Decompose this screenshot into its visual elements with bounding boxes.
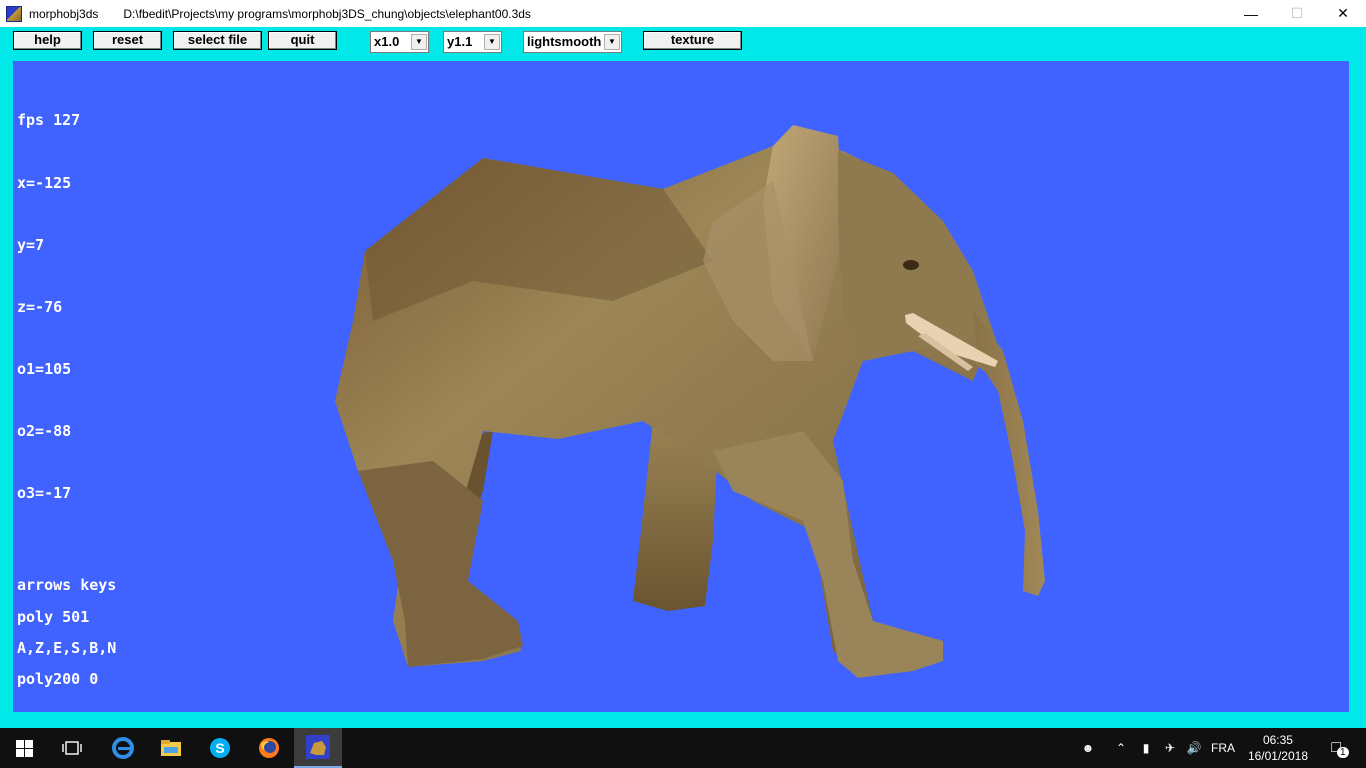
window-controls: — ☐ ✕ bbox=[1228, 0, 1366, 27]
notification-count: 1 bbox=[1337, 746, 1349, 758]
task-view-button[interactable] bbox=[48, 728, 96, 768]
language-indicator[interactable]: FRA bbox=[1206, 741, 1240, 755]
3d-viewport[interactable]: fps 127 x=-125 y=7 z=-76 o1=105 o2=-88 o… bbox=[13, 61, 1349, 712]
title-bar: morphobj3ds D:\fbedit\Projects\my progra… bbox=[0, 0, 1366, 27]
close-button[interactable]: ✕ bbox=[1320, 0, 1366, 27]
file-explorer-icon bbox=[161, 740, 181, 756]
elephant-eye bbox=[903, 260, 919, 270]
x-scale-value: x1.0 bbox=[374, 34, 400, 49]
lighting-value: lightsmooth bbox=[527, 34, 602, 49]
help-button[interactable]: help bbox=[13, 31, 82, 50]
x-scale-select[interactable]: x1.0 ▼ bbox=[370, 31, 429, 53]
battery-icon[interactable]: ▮ bbox=[1134, 741, 1158, 755]
y-scale-value: y1.1 bbox=[447, 34, 473, 49]
o3-readout: o3=-17 bbox=[17, 483, 72, 502]
minimize-button[interactable]: — bbox=[1228, 0, 1274, 27]
texture-button[interactable]: texture bbox=[643, 31, 742, 50]
windows-start-icon bbox=[15, 739, 33, 757]
keys-list: A,Z,E,S,B,N bbox=[17, 638, 117, 657]
edge-taskbar-button[interactable] bbox=[99, 728, 147, 768]
clock-time: 06:35 bbox=[1262, 733, 1293, 747]
clock-date: 16/01/2018 bbox=[1247, 749, 1308, 763]
start-button[interactable] bbox=[0, 728, 48, 768]
lighting-select[interactable]: lightsmooth ▼ bbox=[523, 31, 622, 53]
toolbar: help reset select file quit x1.0 ▼ y1.1 … bbox=[0, 27, 1366, 61]
airplane-mode-icon[interactable]: ✈ bbox=[1158, 741, 1182, 755]
keys-help: arrows keys A,Z,E,S,B,N bbox=[17, 534, 116, 700]
back-near-leg bbox=[358, 461, 523, 667]
close-icon: ✕ bbox=[1337, 5, 1349, 21]
action-center-button[interactable]: □ 1 bbox=[1320, 728, 1360, 768]
z-readout: z=-76 bbox=[17, 297, 63, 316]
maximize-icon: ☐ bbox=[1290, 5, 1304, 21]
y-scale-select[interactable]: y1.1 ▼ bbox=[443, 31, 502, 53]
task-view-icon bbox=[62, 741, 82, 755]
elephant-model bbox=[335, 125, 1045, 678]
o1-readout: o1=105 bbox=[17, 359, 72, 378]
select-file-button[interactable]: select file bbox=[173, 31, 262, 50]
file-explorer-taskbar-button[interactable] bbox=[147, 728, 195, 768]
chevron-up-icon[interactable]: ⌃ bbox=[1108, 741, 1134, 755]
minimize-icon: — bbox=[1244, 5, 1258, 22]
svg-text:S: S bbox=[215, 740, 224, 756]
y-readout: y=7 bbox=[17, 235, 45, 254]
chevron-down-icon: ▼ bbox=[411, 34, 427, 50]
people-icon[interactable]: ☻ bbox=[1078, 741, 1098, 755]
firefox-taskbar-button[interactable] bbox=[245, 728, 293, 768]
taskbar: S ☻ ⌃ ▮ ✈ 🔊 FRA 06:35 16/01/2018 □ 1 bbox=[0, 728, 1366, 768]
firefox-icon bbox=[259, 738, 279, 758]
skype-icon: S bbox=[210, 738, 230, 758]
volume-icon[interactable]: 🔊 bbox=[1182, 741, 1206, 755]
reset-button[interactable]: reset bbox=[93, 31, 162, 50]
chevron-down-icon: ▼ bbox=[484, 34, 500, 50]
chevron-down-icon: ▼ bbox=[604, 34, 620, 50]
skype-taskbar-button[interactable]: S bbox=[196, 728, 244, 768]
o2-readout: o2=-88 bbox=[17, 421, 72, 440]
keys-title: arrows keys bbox=[17, 576, 117, 595]
document-path: D:\fbedit\Projects\my programs\morphobj3… bbox=[123, 6, 531, 21]
clock[interactable]: 06:35 16/01/2018 bbox=[1248, 732, 1308, 764]
x-readout: x=-125 bbox=[17, 173, 72, 192]
maximize-button[interactable]: ☐ bbox=[1274, 0, 1320, 27]
app-icon[interactable] bbox=[6, 5, 22, 22]
window-title: morphobj3ds bbox=[29, 6, 99, 21]
front-near-leg bbox=[713, 431, 943, 678]
system-tray: ☻ ⌃ ▮ ✈ 🔊 FRA bbox=[1078, 728, 1240, 768]
morphobj3ds-app-icon bbox=[306, 735, 330, 759]
morphobj3ds-taskbar-button[interactable] bbox=[294, 728, 342, 768]
fps-readout: fps 127 bbox=[17, 111, 81, 130]
quit-button[interactable]: quit bbox=[268, 31, 337, 50]
edge-icon bbox=[112, 737, 134, 759]
